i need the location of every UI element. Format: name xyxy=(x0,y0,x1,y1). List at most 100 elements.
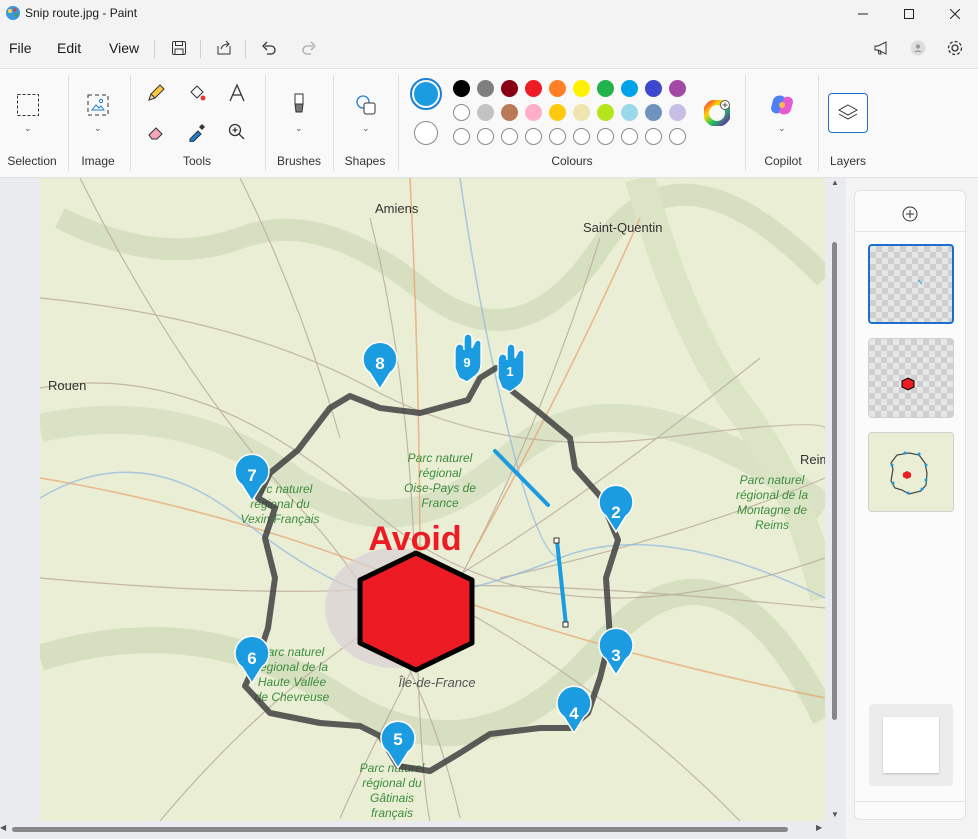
color-swatch[interactable] xyxy=(573,104,590,121)
color-swatch[interactable] xyxy=(669,128,686,145)
layer-thumbnail[interactable] xyxy=(868,338,954,418)
marker-label: 9 xyxy=(463,355,470,370)
image-tool[interactable] xyxy=(84,91,112,119)
group-label-copilot: Copilot xyxy=(764,154,802,168)
scroll-left-arrow[interactable]: ◀ xyxy=(0,823,6,832)
color-swatch[interactable] xyxy=(549,80,566,97)
color-swatch[interactable] xyxy=(621,80,638,97)
layer-thumbnail-selected[interactable] xyxy=(868,244,954,324)
color-swatch[interactable] xyxy=(525,80,542,97)
vertical-scrollbar[interactable]: ▲ ▼ xyxy=(829,178,841,823)
save-button[interactable] xyxy=(167,36,191,60)
paint-app-icon xyxy=(6,6,20,20)
menu-view[interactable]: View xyxy=(109,40,139,56)
color-swatch[interactable] xyxy=(501,80,518,97)
scroll-down-arrow[interactable]: ▼ xyxy=(831,810,839,819)
color-swatch[interactable] xyxy=(501,128,518,145)
ribbon: ⌄ Selection ⌄ Image Tools ⌄ Brushes ⌄ Sh… xyxy=(0,68,978,178)
feedback-button[interactable] xyxy=(870,36,894,60)
add-layer-button[interactable] xyxy=(901,205,919,223)
pencil-icon xyxy=(148,84,165,101)
marker-label: 4 xyxy=(569,704,579,723)
color-swatch[interactable] xyxy=(501,104,518,121)
color-swatch[interactable] xyxy=(453,128,470,145)
account-button[interactable] xyxy=(906,36,930,60)
fill-tool[interactable] xyxy=(183,79,211,107)
shapes-tool[interactable] xyxy=(352,91,380,119)
color-swatch[interactable] xyxy=(525,104,542,121)
menu-edit[interactable]: Edit xyxy=(57,40,81,56)
vertical-scroll-thumb[interactable] xyxy=(832,242,837,720)
chevron-down-icon[interactable]: ⌄ xyxy=(24,123,32,134)
color-picker-tool[interactable] xyxy=(183,118,211,146)
color-swatch[interactable] xyxy=(477,80,494,97)
color-swatch[interactable] xyxy=(645,128,662,145)
copilot-button[interactable] xyxy=(768,91,796,119)
minimize-button[interactable] xyxy=(840,0,886,28)
layers-icon xyxy=(837,104,859,120)
color-swatch[interactable] xyxy=(645,104,662,121)
title-bar: Snip route.jpg - Paint xyxy=(0,0,978,28)
color-swatch[interactable] xyxy=(453,104,470,121)
undo-button[interactable] xyxy=(257,36,281,60)
color-swatch[interactable] xyxy=(645,80,662,97)
scroll-up-arrow[interactable]: ▲ xyxy=(831,178,839,187)
color-swatch[interactable] xyxy=(597,104,614,121)
color-swatch[interactable] xyxy=(549,104,566,121)
color-swatch[interactable] xyxy=(597,80,614,97)
color-swatch[interactable] xyxy=(573,128,590,145)
group-label-layers: Layers xyxy=(829,154,867,168)
background-layer-preview xyxy=(883,717,939,773)
color-swatch[interactable] xyxy=(621,104,638,121)
primary-color-button[interactable] xyxy=(410,78,442,110)
color-swatch[interactable] xyxy=(621,128,638,145)
selection-handle[interactable] xyxy=(562,621,569,628)
horizontal-scroll-thumb[interactable] xyxy=(12,827,788,832)
color-swatch[interactable] xyxy=(597,128,614,145)
background-layer[interactable] xyxy=(869,704,953,786)
magnifier-tool[interactable] xyxy=(223,118,251,146)
color-swatch[interactable] xyxy=(549,128,566,145)
brushes-tool[interactable] xyxy=(285,91,313,119)
share-icon xyxy=(217,40,231,55)
rectangle-select-icon xyxy=(17,94,39,116)
color-swatch[interactable] xyxy=(525,128,542,145)
chevron-down-icon[interactable]: ⌄ xyxy=(295,123,303,134)
color-swatch[interactable] xyxy=(477,104,494,121)
chevron-down-icon[interactable]: ⌄ xyxy=(94,123,102,134)
text-tool[interactable] xyxy=(223,79,251,107)
layers-button[interactable] xyxy=(828,93,868,133)
marker-label: 7 xyxy=(247,466,256,485)
color-swatch[interactable] xyxy=(477,128,494,145)
divider xyxy=(265,75,266,171)
chevron-down-icon[interactable]: ⌄ xyxy=(778,123,786,134)
avoid-label: Avoid xyxy=(368,520,461,558)
eraser-tool[interactable] xyxy=(142,118,170,146)
color-swatch[interactable] xyxy=(669,80,686,97)
chevron-down-icon[interactable]: ⌄ xyxy=(362,123,370,134)
marker-label: 3 xyxy=(611,646,620,665)
settings-button[interactable] xyxy=(943,36,967,60)
scroll-right-arrow[interactable]: ▶ xyxy=(816,823,822,832)
menu-file[interactable]: File xyxy=(9,40,32,56)
share-button[interactable] xyxy=(212,36,236,60)
pencil-tool[interactable] xyxy=(142,79,170,107)
eraser-icon xyxy=(148,127,163,140)
divider xyxy=(333,75,334,171)
horizontal-scrollbar[interactable]: ◀ ▶ xyxy=(0,823,826,835)
layer-preview xyxy=(890,451,928,495)
selection-tool[interactable] xyxy=(14,91,42,119)
layer-preview xyxy=(917,279,923,285)
drawing-canvas[interactable]: Amiens Saint-Quentin Rouen Reims Parc na… xyxy=(40,178,825,821)
color-swatch[interactable] xyxy=(573,80,590,97)
redo-button[interactable] xyxy=(297,36,321,60)
selection-handle[interactable] xyxy=(553,537,560,544)
layer-thumbnail[interactable] xyxy=(868,432,954,512)
secondary-color-button[interactable] xyxy=(414,121,438,145)
edit-colors-icon[interactable] xyxy=(704,100,730,126)
avatar-icon xyxy=(910,40,926,56)
color-swatch[interactable] xyxy=(669,104,686,121)
maximize-button[interactable] xyxy=(886,0,932,28)
close-button[interactable] xyxy=(932,0,978,28)
color-swatch[interactable] xyxy=(453,80,470,97)
